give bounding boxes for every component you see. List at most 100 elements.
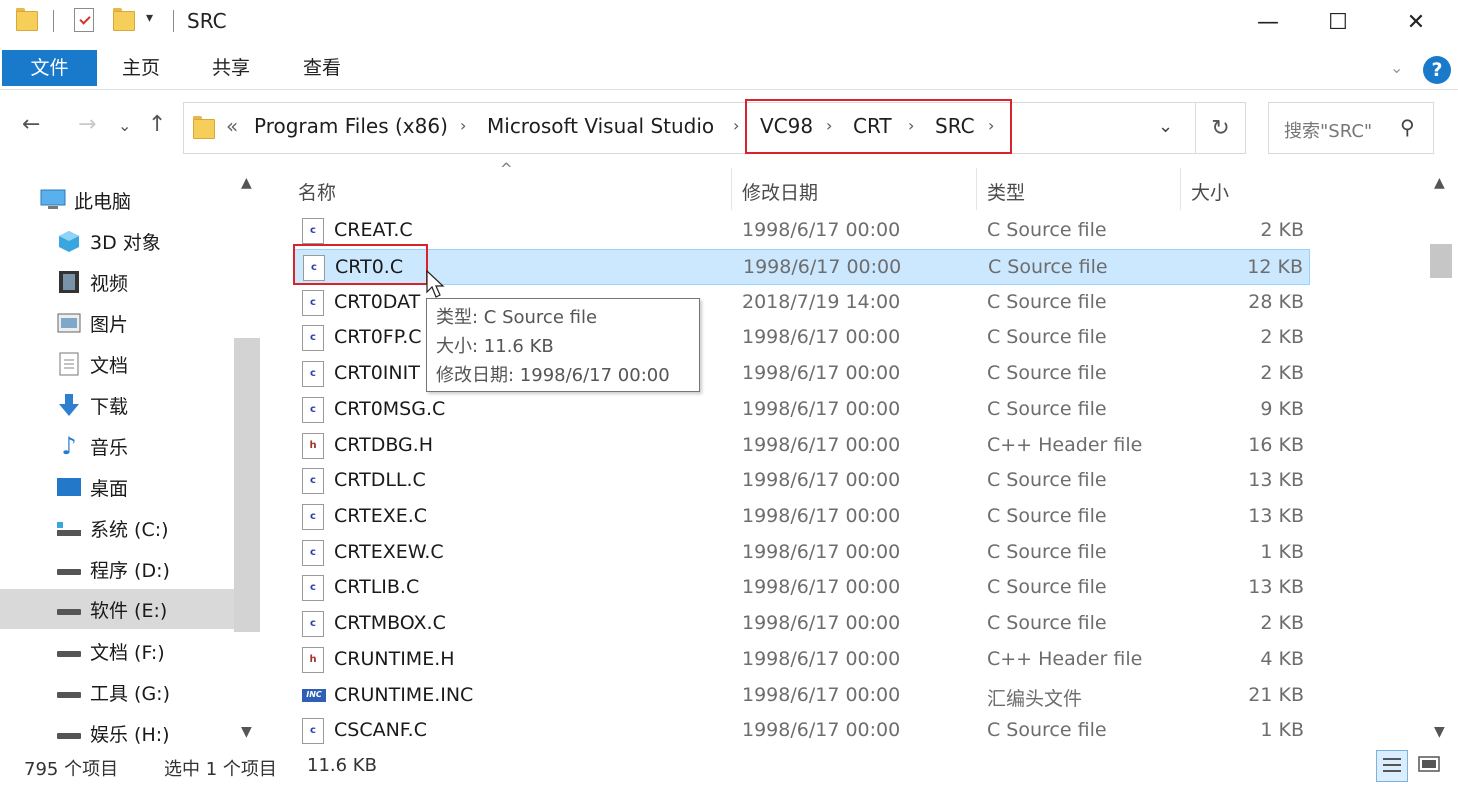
file-row[interactable]: c CREAT.C 1998/6/17 00:00 C Source file … [294,213,1310,249]
sidebar-item-downloads[interactable]: 下载 [56,386,234,424]
file-size: 28 KB [1248,291,1304,313]
sidebar-item-documents[interactable]: 文档 [56,345,234,383]
scroll-up-icon[interactable]: ▲ [1434,175,1445,191]
column-header-name[interactable]: 名称 [298,178,336,205]
close-button[interactable]: ✕ [1386,0,1446,44]
refresh-button[interactable]: ↻ [1196,102,1246,154]
tab-share[interactable]: 共享 [198,50,264,86]
breadcrumb-separator-icon[interactable]: › [460,116,466,135]
file-list-scrollbar-thumb[interactable] [1430,244,1452,278]
minimize-button[interactable]: — [1238,0,1298,44]
maximize-button[interactable]: ☐ [1308,0,1368,44]
c-source-file-icon: c [302,325,324,351]
sidebar-item-drive-e[interactable]: 软件 (E:) [0,589,234,629]
file-size: 2 KB [1260,326,1304,348]
file-type: C Source file [987,398,1107,420]
file-name: CRT0MSG.C [334,398,446,420]
file-row[interactable]: c CRT0MSG.C 1998/6/17 00:00 C Source fil… [294,392,1310,428]
folder-icon [193,116,215,140]
file-name: CRTDBG.H [334,434,434,456]
sidebar-item-this-pc[interactable]: 此电脑 [40,181,234,219]
file-date: 1998/6/17 00:00 [742,326,901,348]
breadcrumb-program-files[interactable]: Program Files (x86) [254,114,448,138]
column-divider[interactable] [731,168,732,210]
file-row[interactable]: INC CRUNTIME.INC 1998/6/17 00:00 汇编头文件 2… [294,678,1310,714]
sidebar-item-pictures[interactable]: 图片 [56,304,234,342]
c-source-file-icon: c [302,468,324,494]
large-icons-view-button[interactable] [1414,750,1446,782]
selection-count: 选中 1 个项目 [164,759,277,780]
file-row[interactable]: c CRTMBOX.C 1998/6/17 00:00 C Source fil… [294,606,1310,642]
recent-locations-button[interactable]: ⌄ [118,116,131,135]
sidebar-item-drive-c[interactable]: 系统 (C:) [56,509,234,547]
file-row[interactable]: c CSCANF.C 1998/6/17 00:00 C Source file… [294,713,1310,749]
c-source-file-icon: c [302,718,324,744]
file-row[interactable]: c CRTLIB.C 1998/6/17 00:00 C Source file… [294,570,1310,606]
up-button[interactable]: ↑ [148,112,166,137]
sidebar-item-desktop[interactable]: 桌面 [56,468,234,506]
column-header-type[interactable]: 类型 [987,178,1025,205]
toolbar-divider [53,10,54,32]
tab-home[interactable]: 主页 [108,50,174,86]
breadcrumb-overflow[interactable]: « [226,114,238,138]
column-header-size[interactable]: 大小 [1191,178,1229,205]
forward-button[interactable]: → [78,112,96,137]
customize-toolbar-dropdown-icon[interactable]: ▾ [146,10,153,26]
column-header-date[interactable]: 修改日期 [742,178,818,205]
breadcrumb-separator-icon[interactable]: › [733,116,739,135]
sidebar-item-3d-objects[interactable]: 3D 对象 [56,222,234,260]
file-row[interactable]: c CRTDLL.C 1998/6/17 00:00 C Source file… [294,463,1310,499]
help-button[interactable]: ? [1423,56,1451,84]
back-button[interactable]: ← [22,112,40,137]
file-date: 1998/6/17 00:00 [742,541,901,563]
header-file-icon: h [302,647,324,673]
scroll-down-icon[interactable]: ▼ [241,724,252,740]
breadcrumb-visual-studio[interactable]: Microsoft Visual Studio [487,114,714,138]
expand-ribbon-icon[interactable]: ⌄ [1390,58,1403,77]
sidebar-item-label: 程序 (D:) [90,559,170,582]
search-icon[interactable]: ⚲ [1400,115,1415,139]
tab-view[interactable]: 查看 [289,50,355,86]
large-icons-view-icon [1418,756,1440,772]
sidebar-item-music[interactable]: ♪ 音乐 [56,427,234,465]
file-row[interactable]: c CRTEXE.C 1998/6/17 00:00 C Source file… [294,499,1310,535]
scroll-up-icon[interactable]: ▲ [241,175,252,191]
file-type: C++ Header file [987,434,1143,456]
sidebar-item-drive-g[interactable]: 工具 (G:) [56,673,234,711]
file-row[interactable]: c CRTEXEW.C 1998/6/17 00:00 C Source fil… [294,535,1310,571]
sidebar-item-drive-h[interactable]: 娱乐 (H:) [56,714,234,752]
column-divider[interactable] [1180,168,1181,210]
sidebar-item-drive-f[interactable]: 文档 (F:) [56,632,234,670]
sidebar-item-label: 软件 (E:) [90,599,168,622]
file-date: 1998/6/17 00:00 [742,576,901,598]
file-type: C Source file [987,612,1107,634]
file-type: C Source file [988,256,1108,278]
sidebar-item-videos[interactable]: 视频 [56,263,234,301]
scroll-down-icon[interactable]: ▼ [1434,724,1445,740]
new-folder-icon[interactable] [113,8,135,32]
file-name: CREAT.C [334,219,413,241]
c-source-file-icon: c [302,611,324,637]
sidebar-item-drive-d[interactable]: 程序 (D:) [56,550,234,588]
file-date: 1998/6/17 00:00 [742,469,901,491]
properties-icon[interactable] [74,8,94,32]
system-drive-icon [56,516,82,540]
file-name: CRTEXE.C [334,505,428,527]
mouse-cursor-icon [426,270,445,298]
tab-file[interactable]: 文件 [2,50,97,86]
details-view-button[interactable] [1376,750,1408,782]
downloads-icon [56,393,82,417]
drive-icon [56,680,82,704]
sidebar-scrollbar-thumb[interactable] [234,338,260,632]
highlight-box [745,99,1012,154]
file-name: CRUNTIME.INC [334,684,474,706]
folder-icon [16,8,38,32]
ribbon-tabs: 文件 主页 共享 查看 ⌄ [0,44,1458,90]
file-row[interactable]: h CRTDBG.H 1998/6/17 00:00 C++ Header fi… [294,428,1310,464]
file-row[interactable]: h CRUNTIME.H 1998/6/17 00:00 C++ Header … [294,642,1310,678]
file-type: C Source file [987,219,1107,241]
file-type: C Source file [987,326,1107,348]
column-divider[interactable] [976,168,977,210]
file-date: 1998/6/17 00:00 [742,612,901,634]
address-history-dropdown-icon[interactable]: ⌄ [1158,116,1173,137]
